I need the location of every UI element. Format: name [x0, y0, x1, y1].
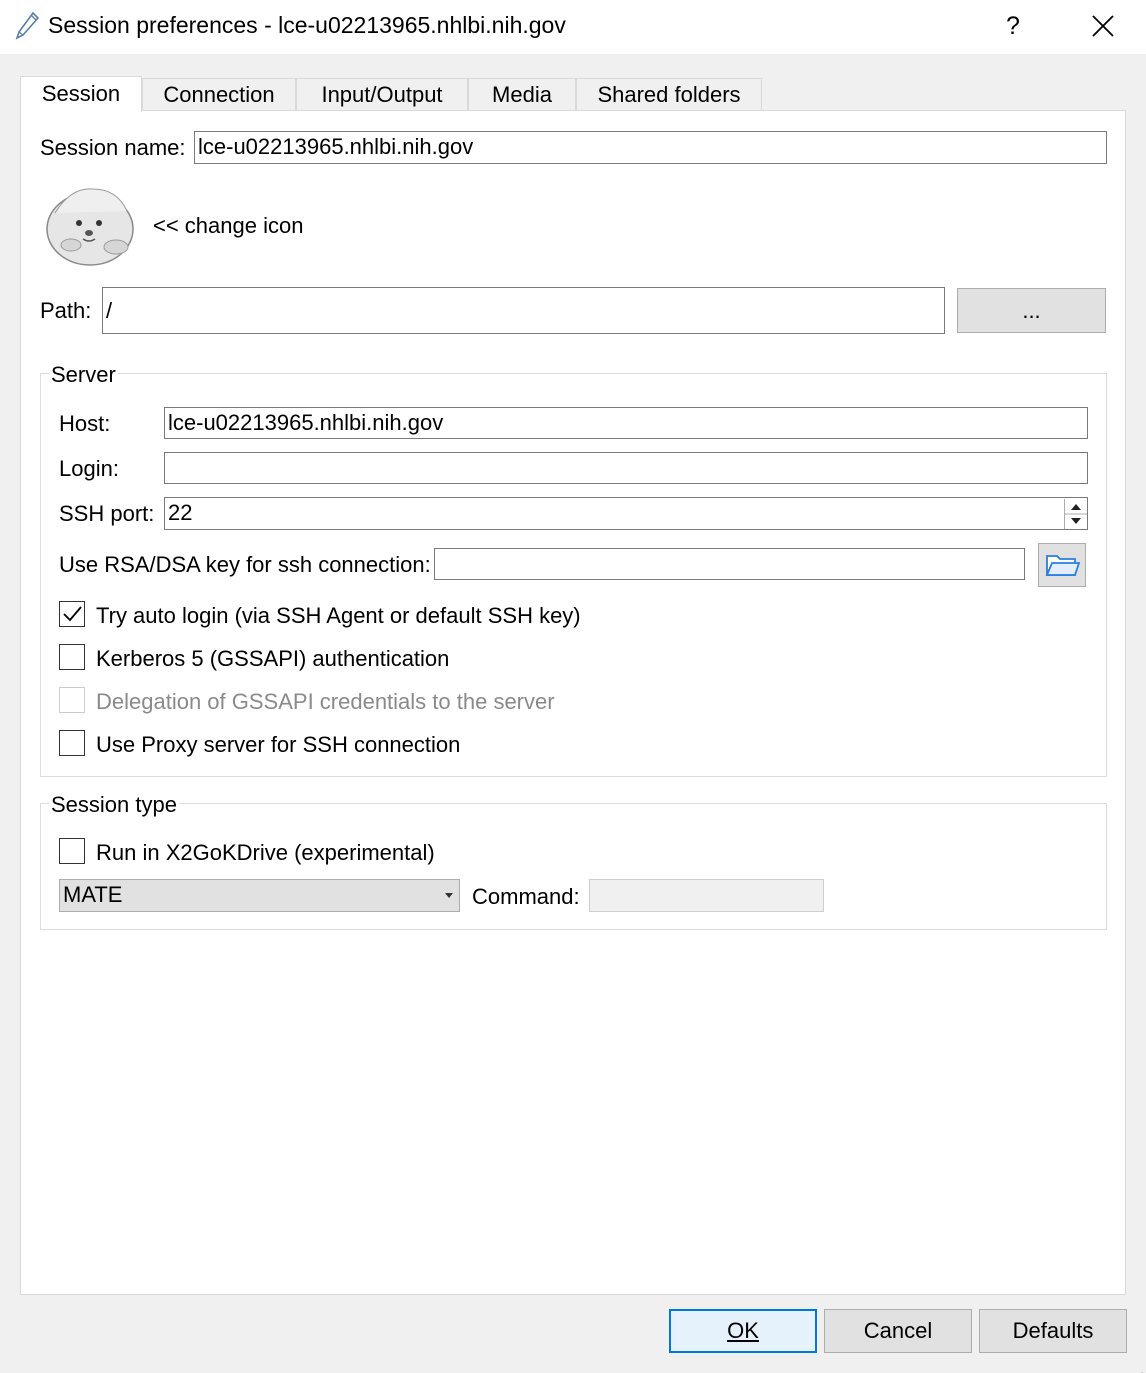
pencil-icon [14, 11, 40, 41]
login-label: Login: [59, 456, 119, 481]
tab-input-output[interactable]: Input/Output [296, 78, 468, 111]
path-browse-button[interactable]: ... [957, 288, 1106, 333]
rsa-key-label: Use RSA/DSA key for ssh connection: [59, 552, 431, 577]
command-input [589, 879, 824, 912]
proxy-checkbox[interactable] [59, 730, 85, 756]
ssh-port-label: SSH port: [59, 501, 155, 526]
host-input[interactable]: lce-u02213965.nhlbi.nih.gov [164, 407, 1088, 439]
folder-icon [1045, 555, 1081, 576]
login-input[interactable] [164, 452, 1088, 484]
gssapi-delegation-label: Delegation of GSSAPI credentials to the … [96, 689, 555, 714]
cancel-button[interactable]: Cancel [824, 1309, 972, 1353]
server-group-title: Server [49, 362, 118, 388]
auto-login-checkbox[interactable] [59, 601, 85, 627]
session-type-group-title: Session type [49, 792, 179, 818]
kerberos-checkbox[interactable] [59, 644, 85, 670]
host-label: Host: [59, 411, 111, 436]
resize-grip-icon[interactable] [1134, 1360, 1144, 1373]
help-button[interactable]: ? [995, 6, 1031, 46]
defaults-button[interactable]: Defaults [979, 1309, 1127, 1353]
port-spin-buttons[interactable] [1064, 499, 1087, 529]
x2gokdrive-checkbox[interactable] [59, 838, 85, 864]
session-pane: Session name: lce-u02213965.nhlbi.nih.go… [20, 110, 1126, 1295]
tab-session[interactable]: Session [20, 76, 142, 112]
spin-up-icon [1071, 504, 1081, 510]
title-bar: Session preferences - lce-u02213965.nhlb… [0, 0, 1146, 54]
ssh-port-spinbox[interactable]: 22 [164, 497, 1088, 530]
session-type-select[interactable]: MATE [59, 879, 460, 912]
session-type-value: MATE [63, 882, 123, 907]
session-name-input[interactable]: lce-u02213965.nhlbi.nih.gov [194, 131, 1107, 164]
session-icon-button[interactable] [41, 183, 137, 269]
path-label: Path: [40, 298, 92, 323]
ok-button[interactable]: OK [669, 1309, 817, 1353]
change-icon-link[interactable]: << change icon [153, 213, 303, 239]
proxy-label: Use Proxy server for SSH connection [96, 732, 461, 757]
close-button[interactable] [1084, 6, 1122, 46]
chevron-down-icon [445, 893, 453, 898]
window-title: Session preferences - lce-u02213965.nhlb… [48, 12, 566, 38]
x2gokdrive-label: Run in X2GoKDrive (experimental) [96, 840, 435, 865]
auto-login-label: Try auto login (via SSH Agent or default… [96, 603, 581, 628]
command-label: Command: [472, 884, 580, 909]
rsa-key-browse-button[interactable] [1038, 543, 1086, 587]
tab-media[interactable]: Media [468, 78, 576, 111]
tab-shared-folders[interactable]: Shared folders [576, 78, 762, 111]
seal-icon [46, 188, 134, 266]
session-name-label: Session name: [40, 135, 186, 160]
spin-down-icon [1071, 518, 1081, 524]
gssapi-delegation-checkbox [59, 687, 85, 713]
rsa-key-input[interactable] [434, 548, 1025, 580]
kerberos-label: Kerberos 5 (GSSAPI) authentication [96, 646, 450, 671]
tab-connection[interactable]: Connection [142, 78, 296, 111]
ssh-port-value: 22 [168, 500, 193, 525]
close-icon [1092, 15, 1114, 37]
checkmark-icon [63, 606, 82, 622]
path-input[interactable]: / [102, 287, 945, 334]
